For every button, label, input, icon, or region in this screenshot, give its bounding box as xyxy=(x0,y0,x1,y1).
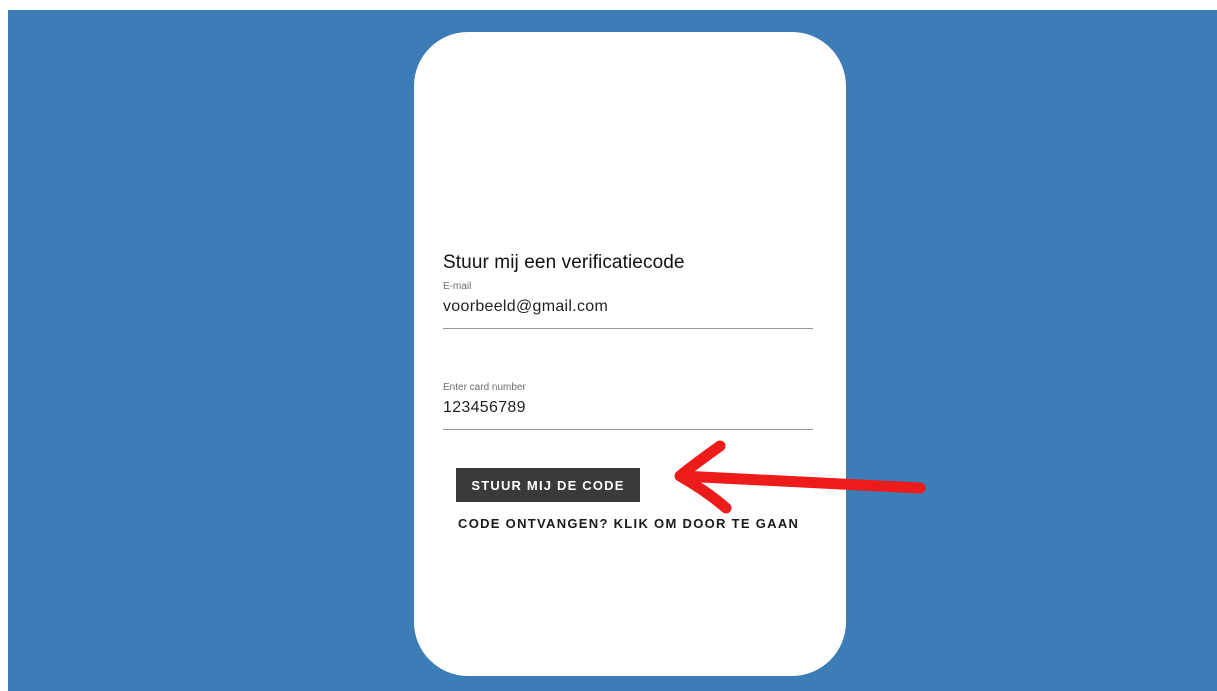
card-number-label: Enter card number xyxy=(443,382,526,393)
email-label: E-mail xyxy=(443,281,472,292)
red-arrow-icon xyxy=(674,440,926,514)
form-heading: Stuur mij een verificatiecode xyxy=(443,252,685,273)
page-background: Stuur mij een verificatiecode E-mail Ent… xyxy=(8,10,1217,691)
send-code-button[interactable]: STUUR MIJ DE CODE xyxy=(456,468,640,502)
card-number-input[interactable] xyxy=(443,399,813,417)
card-number-field: Enter card number xyxy=(443,381,813,430)
verification-card: Stuur mij een verificatiecode E-mail Ent… xyxy=(414,32,846,676)
email-input[interactable] xyxy=(443,298,813,316)
email-field: E-mail xyxy=(443,280,813,329)
